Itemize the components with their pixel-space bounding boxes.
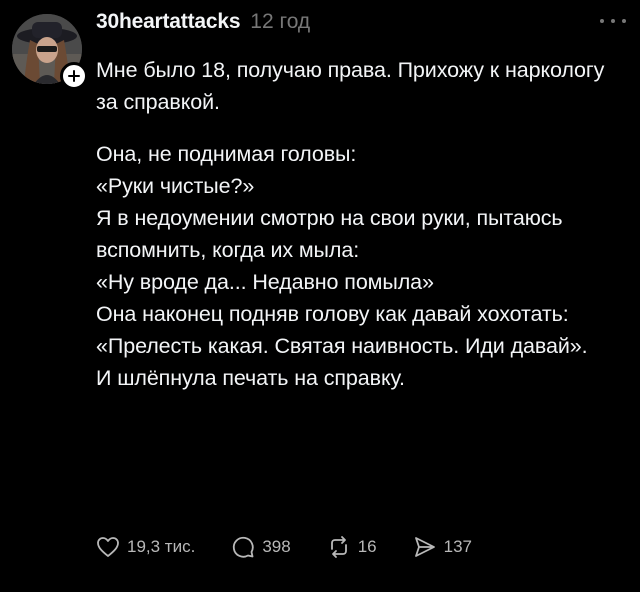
more-dot: [622, 19, 626, 23]
like-button[interactable]: 19,3 тис.: [96, 536, 195, 558]
post-text: Мне было 18, получаю права. Прихожу к на…: [96, 54, 626, 394]
post-paragraph: Она, не поднимая головы: «Руки чистые?» …: [96, 142, 588, 390]
post: 30heartattacks 12 год Мне было 18, получ…: [0, 0, 640, 592]
follow-plus-icon[interactable]: [60, 62, 88, 90]
username[interactable]: 30heartattacks: [96, 10, 240, 34]
reply-count: 398: [262, 537, 291, 556]
action-bar: 19,3 тис. 398 16 137: [96, 530, 508, 564]
post-header: 30heartattacks 12 год: [96, 10, 310, 44]
post-paragraph: Мне было 18, получаю права. Прихожу к на…: [96, 58, 605, 114]
repost-count: 16: [357, 537, 377, 556]
repost-button[interactable]: 16: [327, 535, 377, 559]
send-icon: [414, 537, 435, 557]
reply-button[interactable]: 398: [231, 535, 291, 559]
comment-icon: [233, 536, 254, 558]
post-time: 12 год: [250, 10, 311, 33]
share-button[interactable]: 137: [413, 535, 472, 559]
like-count: 19,3 тис.: [127, 537, 196, 556]
more-dot: [611, 19, 615, 23]
share-count: 137: [443, 537, 472, 556]
more-dot: [600, 19, 604, 23]
more-dots-icon[interactable]: [600, 14, 626, 28]
heart-icon: [97, 537, 119, 557]
repost-icon: [330, 536, 347, 558]
avatar-container[interactable]: [12, 14, 88, 90]
